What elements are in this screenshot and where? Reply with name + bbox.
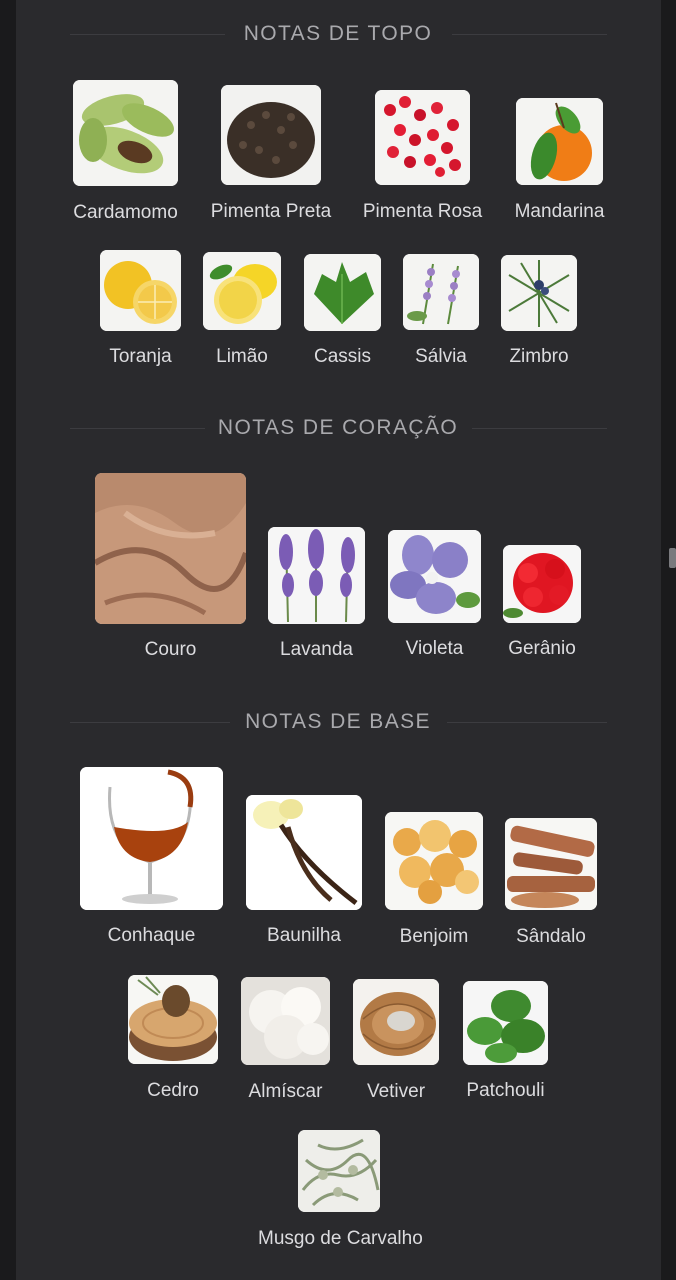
note-musgo-de-carvalho[interactable]: Musgo de Carvalho	[258, 1130, 423, 1249]
section-title-base: NOTAS DE BASE	[245, 710, 431, 733]
section-heading-heart: NOTAS DE CORAÇÃO	[0, 416, 676, 440]
note-limao[interactable]: Limão	[203, 252, 281, 367]
divider	[472, 428, 607, 429]
cardamom-icon	[73, 80, 178, 186]
note-sandalo[interactable]: Sândalo	[505, 818, 597, 947]
pink-pepper-icon	[375, 90, 470, 185]
section-title-heart: NOTAS DE CORAÇÃO	[217, 416, 459, 439]
oakmoss-icon	[298, 1130, 380, 1212]
cognac-icon	[80, 767, 223, 910]
note-zimbro[interactable]: Zimbro	[501, 255, 577, 367]
section-title-top: NOTAS DE TOPO	[243, 22, 433, 45]
sage-icon	[403, 254, 479, 330]
benzoin-icon	[385, 812, 483, 910]
divider	[447, 722, 607, 723]
divider	[452, 34, 607, 35]
musk-icon	[241, 977, 330, 1065]
black-pepper-icon	[221, 85, 321, 185]
note-label: Musgo de Carvalho	[258, 1228, 423, 1249]
blackcurrant-leaf-icon	[304, 254, 381, 331]
note-label: Patchouli	[466, 1080, 545, 1101]
cedar-icon	[128, 975, 218, 1064]
scrollbar-thumb[interactable]	[669, 548, 676, 568]
note-almiscar[interactable]: Almíscar	[241, 977, 330, 1102]
note-conhaque[interactable]: Conhaque	[80, 767, 223, 946]
lemon-icon	[203, 252, 281, 330]
divider	[70, 722, 230, 723]
note-label: Gerânio	[508, 638, 576, 659]
note-label: Sândalo	[516, 926, 586, 947]
patchouli-icon	[463, 981, 548, 1065]
mandarin-icon	[516, 98, 603, 185]
note-patchouli[interactable]: Patchouli	[463, 981, 548, 1101]
vanilla-icon	[246, 795, 362, 910]
note-cardamomo[interactable]: Cardamomo	[73, 80, 178, 223]
vetiver-icon	[353, 979, 439, 1065]
note-pimenta-rosa[interactable]: Pimenta Rosa	[363, 90, 482, 222]
sandalwood-icon	[505, 818, 597, 910]
note-salvia[interactable]: Sálvia	[403, 254, 479, 367]
section-heading-top: NOTAS DE TOPO	[0, 22, 676, 46]
note-label: Zimbro	[509, 346, 569, 367]
leather-icon	[95, 473, 246, 624]
violet-icon	[388, 530, 481, 623]
note-mandarina[interactable]: Mandarina	[515, 98, 604, 222]
divider	[70, 34, 225, 35]
section-heading-base: NOTAS DE BASE	[0, 710, 676, 734]
note-pimenta-preta[interactable]: Pimenta Preta	[211, 85, 331, 222]
note-baunilha[interactable]: Baunilha	[246, 795, 362, 946]
note-cedro[interactable]: Cedro	[128, 975, 218, 1101]
note-violeta[interactable]: Violeta	[388, 530, 481, 659]
note-cassis[interactable]: Cassis	[304, 254, 381, 367]
note-lavanda[interactable]: Lavanda	[268, 527, 365, 660]
lavender-icon	[268, 527, 365, 624]
note-couro[interactable]: Couro	[95, 473, 246, 660]
juniper-icon	[501, 255, 577, 331]
note-toranja[interactable]: Toranja	[100, 250, 181, 367]
note-benjoim[interactable]: Benjoim	[385, 812, 483, 947]
grapefruit-icon	[100, 250, 181, 331]
divider	[70, 428, 205, 429]
note-vetiver[interactable]: Vetiver	[353, 979, 439, 1102]
note-label: Pimenta Preta	[210, 201, 332, 222]
note-label: Mandarina	[514, 201, 605, 222]
note-geranio[interactable]: Gerânio	[503, 545, 581, 659]
geranium-icon	[503, 545, 581, 623]
